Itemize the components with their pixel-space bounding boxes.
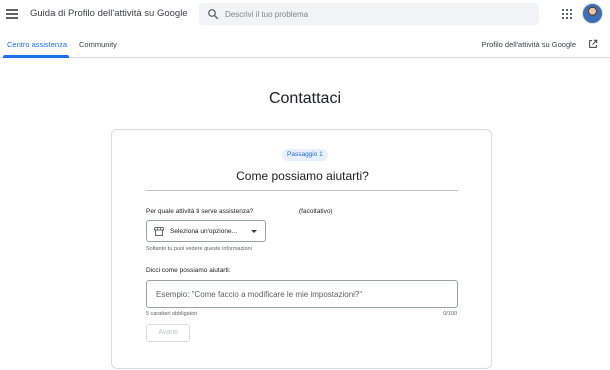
active-tab-indicator: [3, 55, 69, 58]
chevron-down-icon: [251, 230, 257, 233]
contact-form-card: Passaggio 1 Come possiamo aiutarti? Per …: [111, 129, 492, 369]
top-app-bar: Guida di Profilo dell'attività su Google: [0, 0, 610, 30]
hamburger-menu-icon[interactable]: [6, 9, 18, 19]
page-title: Contattaci: [268, 90, 342, 107]
apps-grid-icon[interactable]: [562, 9, 572, 19]
select-helper-text: Soltanto tu puoi vedere queste informazi…: [146, 246, 252, 252]
user-avatar[interactable]: [582, 3, 603, 24]
tab-community[interactable]: Community: [79, 40, 117, 49]
business-select[interactable]: Seleziona un'opzione...: [146, 220, 266, 242]
search-bar[interactable]: [199, 3, 539, 25]
heading-divider: [146, 190, 458, 191]
search-icon[interactable]: [207, 8, 219, 20]
business-question-label: Per quale attività ti serve assistenza?: [146, 208, 254, 215]
tab-help-center[interactable]: Centro assistenza: [7, 40, 67, 49]
optional-label: (facoltativo): [299, 208, 333, 215]
business-profile-link[interactable]: Profilo dell'attività su Google: [482, 40, 576, 49]
select-value: Seleziona un'opzione...: [170, 228, 238, 235]
open-in-new-icon[interactable]: [588, 39, 598, 49]
search-input[interactable]: [225, 3, 525, 25]
required-chars-text: 5 caratteri obbligatori: [146, 311, 198, 317]
next-button[interactable]: Avanti: [146, 324, 190, 342]
describe-label: Dicci come possiamo aiutarti:: [146, 267, 231, 274]
step-badge: Passaggio 1: [282, 149, 328, 161]
describe-input[interactable]: [146, 280, 458, 308]
app-title[interactable]: Guida di Profilo dell'attività su Google: [30, 8, 188, 19]
form-heading: Come possiamo aiutarti?: [236, 169, 369, 183]
nav-tabs: Centro assistenza Community Profilo dell…: [0, 30, 610, 58]
char-counter: 0/100: [443, 311, 457, 317]
storefront-icon: [154, 227, 164, 236]
